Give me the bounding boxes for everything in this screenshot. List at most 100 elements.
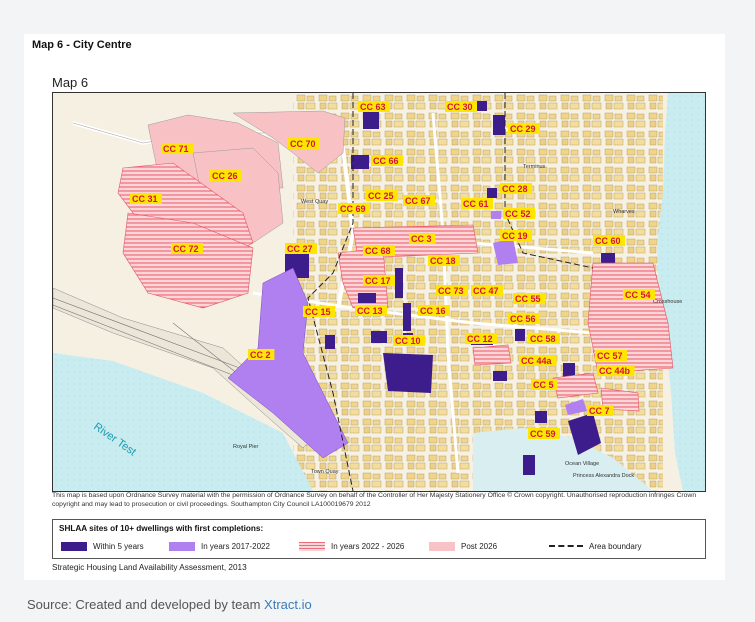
legend-title: SHLAA sites of 10+ dwellings with first …: [59, 524, 264, 533]
site-cc55[interactable]: [515, 329, 525, 341]
site-label-text: CC 59: [530, 429, 556, 439]
site-label-cc54[interactable]: CC 54: [623, 289, 655, 300]
site-label-cc69[interactable]: CC 69: [338, 203, 370, 214]
site-label-cc5[interactable]: CC 5: [531, 379, 558, 390]
site-cc5[interactable]: [535, 411, 547, 423]
site-label-text: CC 7: [589, 406, 610, 416]
site-label-text: CC 60: [595, 236, 621, 246]
legend-swatch: [429, 541, 455, 551]
site-label-cc19[interactable]: CC 19: [500, 230, 532, 241]
site-label-cc73[interactable]: CC 73: [436, 285, 468, 296]
site-label-cc17[interactable]: CC 17: [363, 275, 395, 286]
site-label-text: CC 44b: [599, 366, 631, 376]
site-label-cc47[interactable]: CC 47: [471, 285, 503, 296]
site-label-text: CC 18: [430, 256, 456, 266]
site-label-cc55[interactable]: CC 55: [513, 293, 545, 304]
site-label-cc2[interactable]: CC 2: [248, 349, 275, 360]
site-cc73[interactable]: [403, 303, 411, 331]
site-cc18[interactable]: [395, 268, 403, 298]
site-label-cc12[interactable]: CC 12: [465, 333, 497, 344]
site-label-text: CC 25: [368, 191, 394, 201]
site-label-cc31[interactable]: CC 31: [130, 193, 162, 204]
site-label-cc15[interactable]: CC 15: [303, 306, 335, 317]
site-label-text: CC 67: [405, 196, 431, 206]
site-label-cc13[interactable]: CC 13: [355, 305, 387, 316]
site-cc66[interactable]: [351, 155, 369, 169]
site-label-text: CC 10: [395, 336, 421, 346]
site-label-cc30[interactable]: CC 30: [445, 101, 477, 112]
source-brand-link[interactable]: Xtract.io: [264, 597, 312, 612]
card-title: Map 6 - City Centre: [32, 39, 132, 51]
site-label-cc7[interactable]: CC 7: [587, 405, 614, 416]
site-cc58[interactable]: [563, 363, 575, 377]
site-label-cc26[interactable]: CC 26: [210, 170, 242, 181]
site-cc12[interactable]: [493, 371, 507, 381]
place-wharves: Wharves: [613, 209, 635, 215]
legend-swatch: [299, 541, 325, 551]
site-label-cc67[interactable]: CC 67: [403, 195, 435, 206]
site-cc56[interactable]: [472, 344, 512, 366]
site-label-cc71[interactable]: CC 71: [161, 143, 193, 154]
place-crosshouse: Crosshouse: [653, 299, 682, 305]
site-label-text: CC 73: [438, 286, 464, 296]
legend-label: Area boundary: [589, 541, 642, 551]
site-label-text: CC 63: [360, 102, 386, 112]
site-cc52[interactable]: [491, 211, 501, 219]
site-label-text: CC 3: [411, 234, 432, 244]
site-cc28[interactable]: [487, 188, 497, 198]
site-cc63[interactable]: [363, 111, 379, 129]
site-label-text: CC 31: [132, 194, 158, 204]
site-label-text: CC 30: [447, 102, 473, 112]
site-label-cc58[interactable]: CC 58: [528, 333, 560, 344]
site-label-text: CC 69: [340, 204, 366, 214]
site-label-text: CC 61: [463, 199, 489, 209]
site-label-cc27[interactable]: CC 27: [285, 243, 317, 254]
site-cc29[interactable]: [493, 115, 505, 135]
boundary-dash: [549, 545, 583, 547]
site-label-cc63[interactable]: CC 63: [358, 101, 390, 112]
place-princess-dock: Princess Alexandra Dock: [573, 473, 634, 479]
site-label-cc10[interactable]: CC 10: [393, 335, 425, 346]
site-label-cc60[interactable]: CC 60: [593, 235, 625, 246]
site-label-cc66[interactable]: CC 66: [371, 155, 403, 166]
site-label-cc29[interactable]: CC 29: [508, 123, 540, 134]
site-cc13[interactable]: [371, 331, 387, 343]
legend-item-post2026: Post 2026: [429, 541, 497, 551]
site-label-cc70[interactable]: CC 70: [288, 138, 320, 149]
site-label-text: CC 12: [467, 334, 493, 344]
site-label-text: CC 56: [510, 314, 536, 324]
map-heading: Map 6: [52, 75, 89, 90]
site-label-cc56[interactable]: CC 56: [508, 313, 540, 324]
site-label-cc44b[interactable]: CC 44b: [597, 365, 635, 376]
site-label-cc52[interactable]: CC 52: [503, 208, 535, 219]
site-label-cc61[interactable]: CC 61: [461, 198, 493, 209]
legend-swatch: [61, 541, 87, 551]
site-label-cc68[interactable]: CC 68: [363, 245, 395, 256]
site-label-cc28[interactable]: CC 28: [500, 183, 532, 194]
site-label-cc57[interactable]: CC 57: [595, 350, 627, 361]
site-label-text: CC 17: [365, 276, 391, 286]
site-label-text: CC 57: [597, 351, 623, 361]
site-label-text: CC 44a: [521, 356, 553, 366]
site-label-cc59[interactable]: CC 59: [528, 428, 560, 439]
site-cc59[interactable]: [523, 455, 535, 475]
site-label-text: CC 29: [510, 124, 536, 134]
site-label-cc3[interactable]: CC 3: [409, 233, 436, 244]
city-centre-map[interactable]: West Quay Royal Pier Town Quay Wharves C…: [52, 92, 706, 492]
site-label-cc16[interactable]: CC 16: [418, 305, 450, 316]
site-label-cc25[interactable]: CC 25: [366, 190, 398, 201]
place-terminus: Terminus: [523, 164, 546, 170]
site-label-text: CC 66: [373, 156, 399, 166]
site-label-cc18[interactable]: CC 18: [428, 255, 460, 266]
site-label-cc44a[interactable]: CC 44a: [519, 355, 557, 366]
site-cc17[interactable]: [358, 293, 376, 303]
site-label-text: CC 28: [502, 184, 528, 194]
site-label-text: CC 2: [250, 350, 271, 360]
site-cc15[interactable]: [325, 335, 335, 349]
legend-label: Post 2026: [461, 541, 498, 551]
site-cc10[interactable]: [383, 353, 433, 393]
map-card: Map 6 - City Centre Map 6 West Quay Roya…: [24, 34, 725, 580]
site-label-cc72[interactable]: CC 72: [171, 243, 203, 254]
site-label-text: CC 54: [625, 290, 651, 300]
site-label-text: CC 5: [533, 380, 554, 390]
